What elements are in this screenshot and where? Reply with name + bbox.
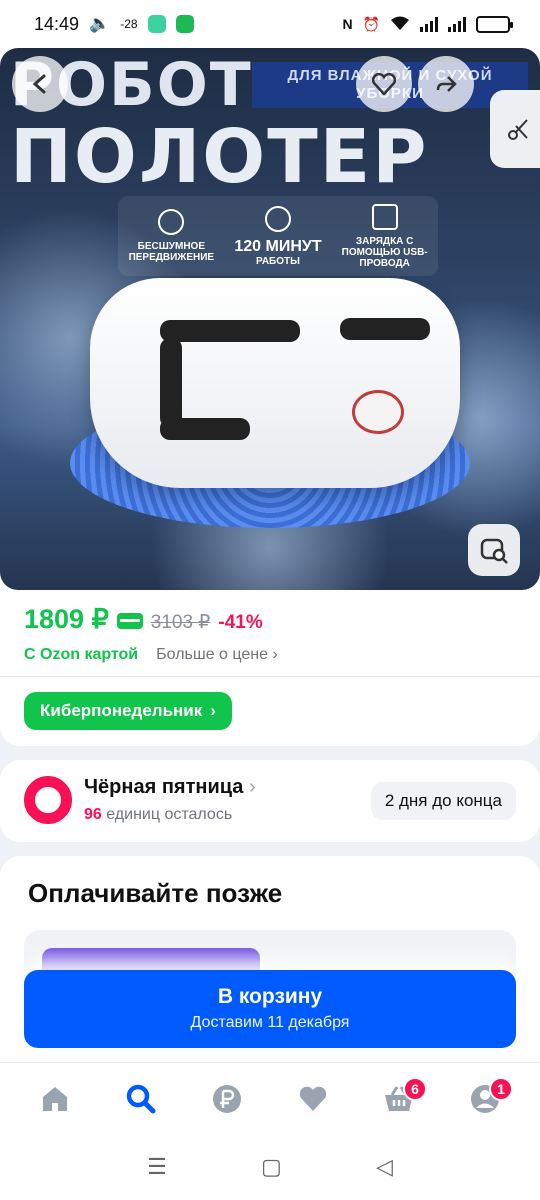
sale-ring-icon bbox=[24, 776, 72, 824]
nav-profile[interactable]: 1 bbox=[455, 1073, 515, 1125]
cart-badge: 6 bbox=[403, 1076, 427, 1101]
scissors-icon bbox=[508, 119, 528, 140]
add-to-cart-label: В корзину bbox=[217, 985, 323, 1008]
old-price: 3103 ₽ bbox=[150, 612, 211, 633]
price-sub: С Ozon картой Больше о цене › bbox=[24, 646, 278, 664]
favorite-button[interactable] bbox=[356, 56, 412, 112]
nav-cart[interactable]: 6 bbox=[369, 1073, 429, 1125]
home-icon bbox=[43, 1086, 67, 1111]
deadline-badge: 2 дня до конца bbox=[370, 782, 516, 820]
profile-badge: 1 bbox=[489, 1076, 513, 1101]
product-image[interactable]: РОБОТ ДЛЯ ВЛАЖНОЙ И СУХОЙ УБОРКИ ПОЛОТЕР… bbox=[0, 48, 540, 590]
chevron-right-icon: › bbox=[210, 701, 216, 720]
divider bbox=[0, 676, 540, 677]
image-search-icon bbox=[480, 538, 508, 564]
nav-home[interactable] bbox=[25, 1073, 85, 1125]
signal-icon bbox=[420, 16, 438, 32]
nfc-icon: N bbox=[342, 16, 353, 32]
more-about-price-link[interactable]: Больше о цене › bbox=[156, 646, 278, 664]
price-card: 1809 ₽ 3103 ₽ -41% С Ozon картой Больше … bbox=[0, 590, 540, 746]
back-button[interactable] bbox=[12, 56, 68, 112]
share-button[interactable] bbox=[418, 56, 474, 112]
signal-icon-2 bbox=[448, 16, 466, 32]
product-gallery[interactable]: РОБОТ ДЛЯ ВЛАЖНОЙ И СУХОЙ УБОРКИ ПОЛОТЕР… bbox=[0, 48, 540, 590]
pay-later-title: Оплачивайте позже bbox=[28, 878, 283, 908]
search-icon bbox=[126, 1084, 156, 1113]
chevron-right-icon: › bbox=[243, 776, 256, 798]
delivery-date: Доставим 11 декабря bbox=[190, 1014, 350, 1031]
feature-usb: ЗАРЯДКА С ПОМОЩЬЮ USB-ПРОВОДА bbox=[337, 203, 433, 269]
nav-favorites[interactable] bbox=[283, 1073, 343, 1125]
charging-icon bbox=[371, 203, 398, 230]
system-navigation: ☰ ▢ ◁ bbox=[0, 1134, 540, 1200]
black-friday-card[interactable]: Чёрная пятница › 96 единиц осталось 2 дн… bbox=[0, 760, 540, 842]
feature-silent: БЕСШУМНОЕ ПЕРЕДВИЖЕНИЕ bbox=[123, 209, 219, 263]
heart-icon bbox=[299, 1086, 327, 1111]
status-time: 14:49 bbox=[34, 13, 80, 34]
temperature: -28 bbox=[120, 17, 138, 31]
stock-remaining: 96 единиц осталось bbox=[84, 806, 232, 824]
image-headline-2: ПОЛОТЕР bbox=[10, 114, 429, 200]
power-button-illustration bbox=[352, 390, 404, 434]
nav-ozon-bank[interactable] bbox=[197, 1073, 257, 1125]
heart-icon bbox=[372, 73, 396, 95]
robot-body bbox=[90, 278, 460, 488]
recent-apps-button[interactable]: ☰ bbox=[147, 1154, 167, 1180]
back-arrow-icon bbox=[32, 74, 46, 94]
clock-icon bbox=[264, 205, 291, 232]
chevron-right-icon: › bbox=[272, 646, 278, 663]
add-to-cart-button[interactable]: В корзину Доставим 11 декабря bbox=[24, 970, 516, 1048]
wifi-icon bbox=[390, 15, 410, 34]
price-row: 1809 ₽ 3103 ₽ -41% bbox=[24, 604, 263, 635]
image-search-button[interactable] bbox=[468, 524, 520, 576]
with-card-label: С Ozon картой bbox=[24, 646, 139, 663]
alarm-icon: ⏰ bbox=[362, 15, 380, 32]
volume-icon: 🔈 bbox=[89, 14, 111, 33]
black-friday-title[interactable]: Чёрная пятница › bbox=[84, 776, 256, 799]
moon-icon bbox=[158, 209, 185, 235]
stock-text: единиц осталось bbox=[106, 806, 233, 823]
message-app-icon bbox=[147, 15, 166, 33]
share-arrow-icon bbox=[436, 76, 457, 92]
discount-label: -41% bbox=[218, 612, 263, 633]
promo-badge-cyber-monday[interactable]: Киберпонедельник › bbox=[24, 692, 232, 730]
battery-icon bbox=[476, 15, 513, 33]
home-system-button[interactable]: ▢ bbox=[261, 1154, 282, 1180]
feature-panel: БЕСШУМНОЕ ПЕРЕДВИЖЕНИЕ 120 МИНУТ РАБОТЫ … bbox=[118, 196, 438, 276]
ruble-icon bbox=[213, 1084, 241, 1113]
shield-app-icon bbox=[175, 15, 194, 33]
nav-search[interactable] bbox=[111, 1073, 171, 1125]
stock-count: 96 bbox=[84, 806, 102, 823]
robot-illustration bbox=[70, 278, 470, 528]
feature-runtime: 120 МИНУТ РАБОТЫ bbox=[230, 205, 326, 267]
side-tool-button[interactable] bbox=[490, 90, 540, 168]
bottom-navigation: 6 1 bbox=[0, 1062, 540, 1134]
ozon-card-icon bbox=[116, 613, 143, 629]
back-system-button[interactable]: ◁ bbox=[376, 1154, 393, 1180]
current-price: 1809 ₽ bbox=[24, 604, 109, 634]
status-bar: 14:49 🔈 -28 N ⏰ bbox=[0, 0, 540, 48]
